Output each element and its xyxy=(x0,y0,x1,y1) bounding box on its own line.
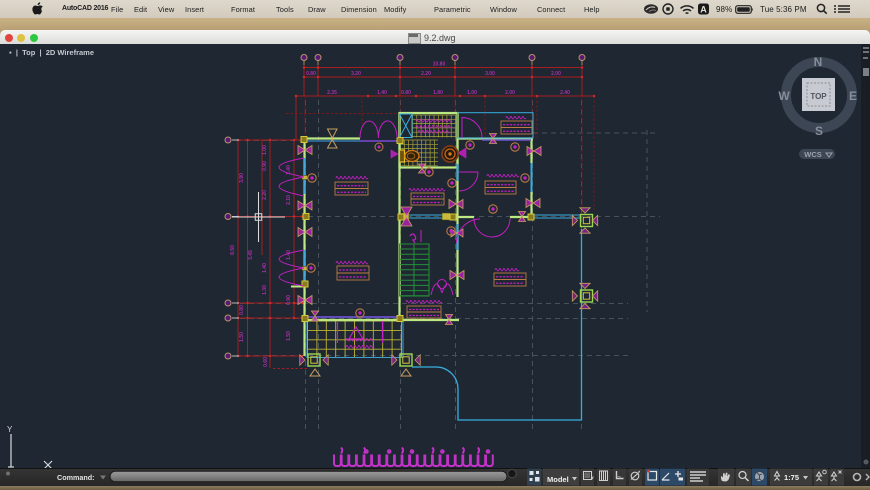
svg-text:2.20: 2.20 xyxy=(262,190,268,200)
svg-text:Model: Model xyxy=(547,475,569,484)
svg-text:3.00: 3.00 xyxy=(485,71,495,77)
svg-text:N: N xyxy=(814,55,823,69)
svg-text:3.45: 3.45 xyxy=(248,250,254,260)
svg-text:0.80: 0.80 xyxy=(401,90,411,96)
svg-text:3.20: 3.20 xyxy=(351,71,361,77)
svg-text:S: S xyxy=(815,124,823,138)
svg-text:0.90: 0.90 xyxy=(262,161,268,171)
svg-text:WCS: WCS xyxy=(804,150,822,159)
svg-text:2.20: 2.20 xyxy=(421,71,431,77)
svg-text:2.10: 2.10 xyxy=(286,195,292,205)
svg-text:0.60: 0.60 xyxy=(263,357,269,367)
svg-text:1.40: 1.40 xyxy=(262,263,268,273)
svg-text:1.00: 1.00 xyxy=(467,90,477,96)
svg-text:1.00: 1.00 xyxy=(262,145,268,155)
svg-text:1.40: 1.40 xyxy=(377,90,387,96)
svg-text:1:75: 1:75 xyxy=(784,473,799,482)
svg-text:1.50: 1.50 xyxy=(239,332,245,342)
svg-text:8.50: 8.50 xyxy=(230,245,236,255)
svg-text:1.40: 1.40 xyxy=(286,250,292,260)
svg-text:1.30: 1.30 xyxy=(262,285,268,295)
svg-text:0.90: 0.90 xyxy=(286,295,292,305)
svg-text:3.90: 3.90 xyxy=(239,173,245,183)
svg-text:1.80: 1.80 xyxy=(433,90,443,96)
svg-text:2.35: 2.35 xyxy=(327,90,337,96)
svg-text:0.80: 0.80 xyxy=(239,305,245,315)
svg-text:Y: Y xyxy=(7,425,13,434)
svg-text:TOP: TOP xyxy=(810,92,827,101)
svg-text:E: E xyxy=(849,89,857,103)
svg-text:0.80: 0.80 xyxy=(306,71,316,77)
svg-text:▪ | Top | 2D Wireframe: ▪ | Top | 2D Wireframe xyxy=(9,48,94,57)
svg-text:2.40: 2.40 xyxy=(560,90,570,96)
svg-text:2.00: 2.00 xyxy=(551,71,561,77)
svg-text:10.80: 10.80 xyxy=(433,62,446,68)
svg-text:2.00: 2.00 xyxy=(505,90,515,96)
svg-text:1.50: 1.50 xyxy=(286,331,292,341)
svg-text:Command:: Command: xyxy=(57,473,95,482)
svg-text:W: W xyxy=(778,89,790,103)
svg-text:A: A xyxy=(700,5,707,15)
